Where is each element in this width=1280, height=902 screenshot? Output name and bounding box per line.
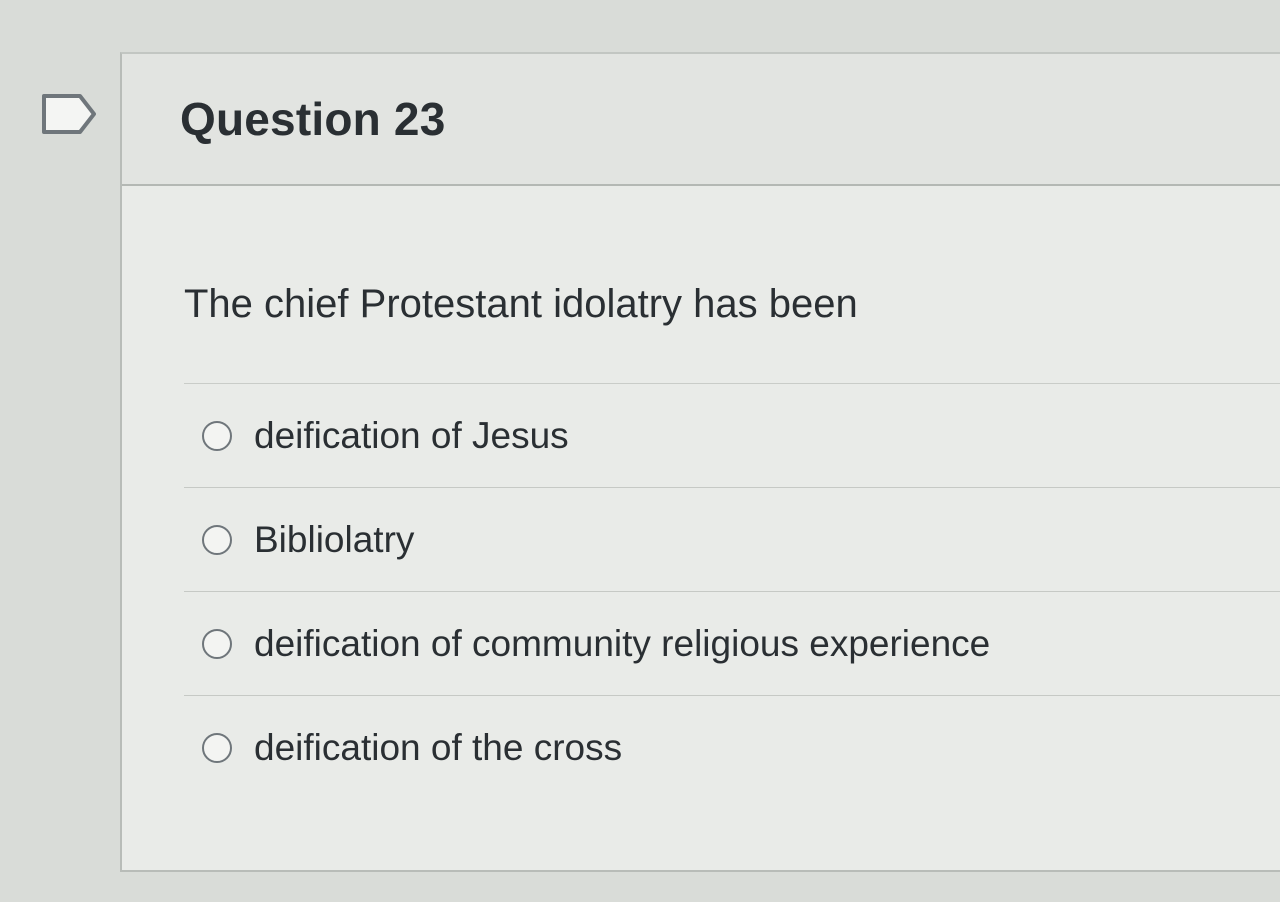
answer-label[interactable]: deification of the cross [254, 727, 622, 769]
answer-option[interactable]: Bibliolatry [184, 488, 1280, 592]
question-header: Question 23 [122, 54, 1280, 186]
radio-button[interactable] [202, 420, 232, 451]
question-text: The chief Protestant idolatry has been [184, 282, 858, 326]
question-title: Question 23 [180, 93, 446, 145]
radio-button[interactable] [202, 733, 232, 763]
answer-option[interactable]: deification of community religious exper… [184, 592, 1280, 696]
question-body: The chief Protestant idolatry has been d… [122, 186, 1280, 800]
answer-label[interactable]: Bibliolatry [254, 519, 414, 561]
question-card: Question 23 The chief Protestant idolatr… [120, 52, 1280, 872]
answer-option[interactable]: deification of the cross [184, 696, 1280, 800]
answer-option[interactable]: deification of Jesus [184, 384, 1280, 488]
radio-button[interactable] [202, 524, 232, 555]
answer-list: deification of Jesus Bibliolatry deifica… [184, 383, 1280, 800]
flag-question-icon[interactable] [40, 92, 98, 136]
answer-label[interactable]: deification of community religious exper… [254, 623, 990, 665]
radio-button[interactable] [202, 628, 232, 659]
answer-label[interactable]: deification of Jesus [254, 415, 569, 457]
